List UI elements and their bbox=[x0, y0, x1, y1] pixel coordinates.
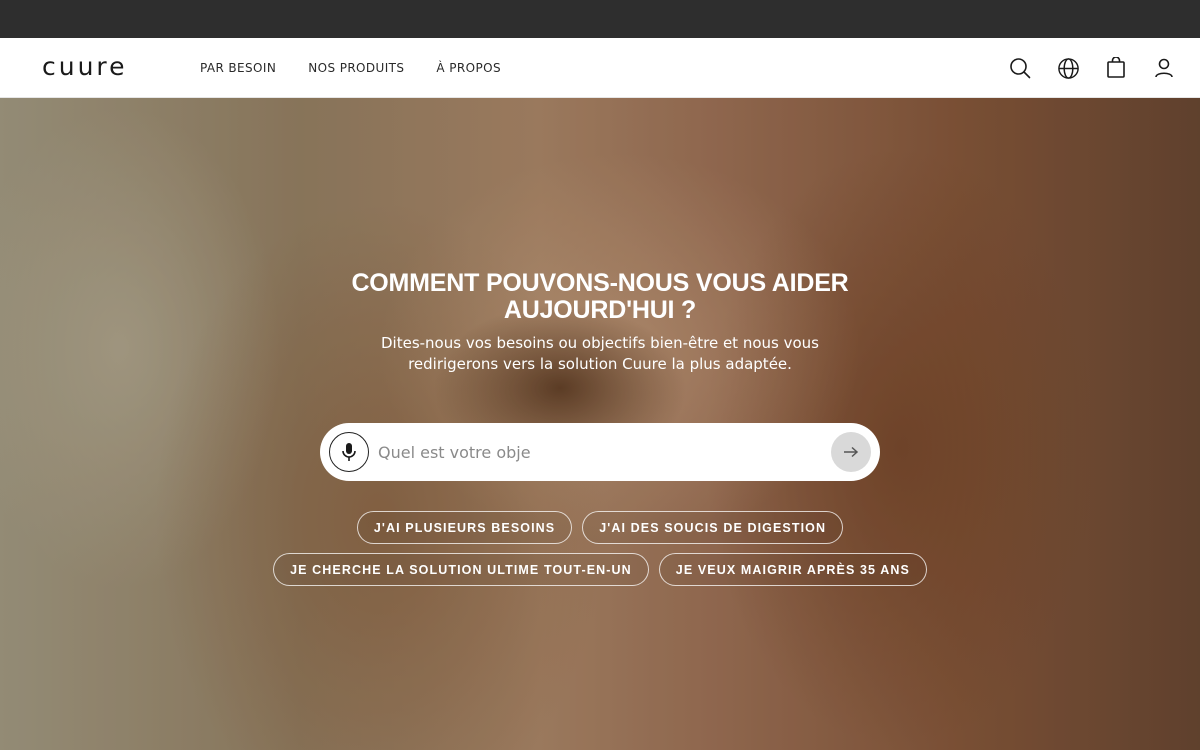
globe-icon[interactable] bbox=[1056, 56, 1080, 80]
hero-subtitle-line2: redirigerons vers la solution Cuure la p… bbox=[408, 355, 792, 373]
site-header: cuure PAR BESOIN NOS PRODUITS À PROPOS bbox=[0, 38, 1200, 98]
hero-subtitle-line1: Dites-nous vos besoins ou objectifs bien… bbox=[381, 334, 819, 352]
suggestion-chip-digestion[interactable]: J'AI DES SOUCIS DE DIGESTION bbox=[582, 511, 844, 544]
nav-item-par-besoin[interactable]: PAR BESOIN bbox=[200, 61, 276, 75]
main-nav: PAR BESOIN NOS PRODUITS À PROPOS bbox=[200, 38, 501, 98]
hero-title-line2: AUJOURD'HUI ? bbox=[503, 296, 697, 324]
hero-content: COMMENT POUVONS-NOUS VOUS AIDER AUJOURD'… bbox=[0, 98, 1200, 750]
bag-icon[interactable] bbox=[1104, 56, 1128, 80]
goal-search-bar bbox=[320, 423, 880, 481]
suggestion-chip-plusieurs-besoins[interactable]: J'AI PLUSIEURS BESOINS bbox=[356, 511, 573, 544]
search-icon[interactable] bbox=[1008, 56, 1032, 80]
hero-subtitle: Dites-nous vos besoins ou objectifs bien… bbox=[340, 333, 860, 375]
hero-title: COMMENT POUVONS-NOUS VOUS AIDER AUJOURD'… bbox=[300, 270, 900, 324]
header-actions bbox=[1008, 38, 1176, 98]
suggestions-row-2: JE CHERCHE LA SOLUTION ULTIME TOUT-EN-UN… bbox=[0, 553, 1200, 586]
suggestion-chip-tout-en-un[interactable]: JE CHERCHE LA SOLUTION ULTIME TOUT-EN-UN bbox=[273, 553, 649, 586]
suggestion-chip-maigrir[interactable]: JE VEUX MAIGRIR APRÈS 35 ANS bbox=[658, 553, 927, 586]
nav-item-nos-produits[interactable]: NOS PRODUITS bbox=[308, 61, 404, 75]
goal-search-input[interactable] bbox=[378, 437, 818, 467]
microphone-icon[interactable] bbox=[329, 432, 369, 472]
nav-item-a-propos[interactable]: À PROPOS bbox=[436, 61, 501, 75]
hero-title-line1: COMMENT POUVONS-NOUS VOUS AIDER bbox=[351, 269, 849, 297]
announcement-bar bbox=[0, 0, 1200, 38]
arrow-right-icon[interactable] bbox=[831, 432, 871, 472]
user-icon[interactable] bbox=[1152, 56, 1176, 80]
hero-section: COMMENT POUVONS-NOUS VOUS AIDER AUJOURD'… bbox=[0, 98, 1200, 750]
brand-logo[interactable]: cuure bbox=[42, 50, 128, 84]
suggestions-row-1: J'AI PLUSIEURS BESOINS J'AI DES SOUCIS D… bbox=[0, 511, 1200, 544]
